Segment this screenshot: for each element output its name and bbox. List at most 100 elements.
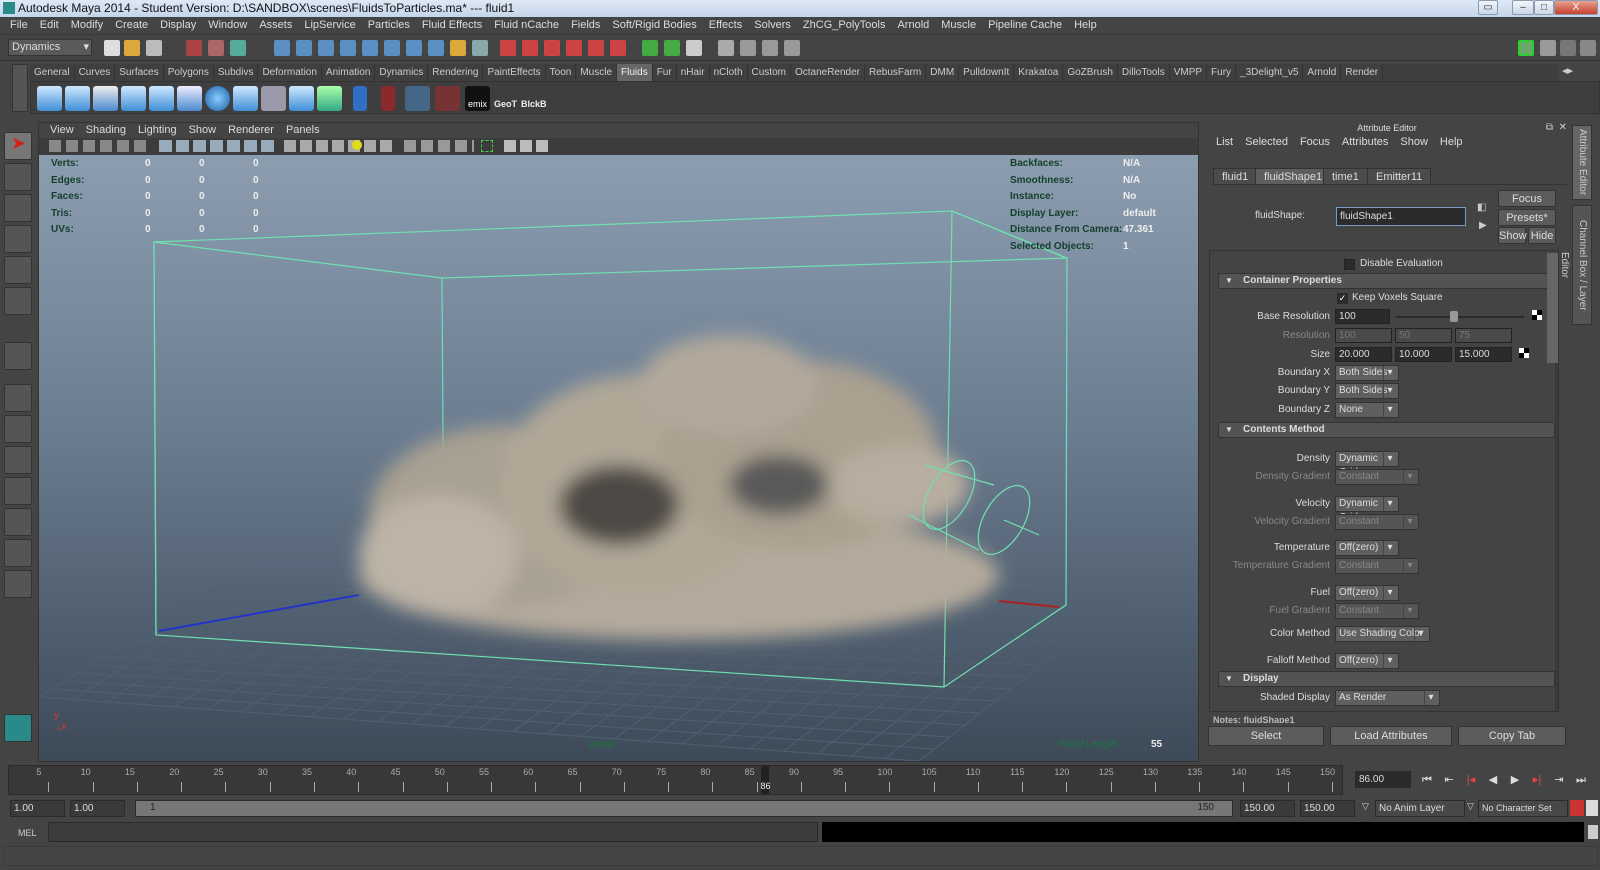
shelf-tab-arnold[interactable]: Arnold	[1303, 64, 1342, 81]
minimize-button[interactable]: –	[1512, 0, 1534, 15]
current-time-field[interactable]: 86.00	[1355, 771, 1411, 788]
select-button[interactable]: Select	[1208, 726, 1324, 746]
ipr-render-icon[interactable]	[762, 40, 778, 56]
menu-modify[interactable]: Modify	[65, 17, 109, 34]
menu-edit[interactable]: Edit	[34, 17, 65, 34]
2d-container-emitter-icon[interactable]	[149, 86, 174, 111]
render-view-icon[interactable]	[718, 40, 734, 56]
panel-menu-panels[interactable]: Panels	[280, 123, 326, 138]
step-back-key-button[interactable]: ⇤	[1440, 771, 1458, 789]
hide-button[interactable]: Hide	[1528, 227, 1556, 244]
maximize-button[interactable]: □	[1534, 0, 1554, 15]
character-set-dropdown[interactable]: No Character Set	[1478, 800, 1568, 817]
display-section[interactable]: Display	[1218, 671, 1555, 687]
disable-evaluation-checkbox[interactable]	[1344, 259, 1355, 270]
shelf-tab-muscle[interactable]: Muscle	[576, 64, 618, 81]
animation-end-field[interactable]: 150.00	[1300, 800, 1355, 817]
menu-display[interactable]: Display	[154, 17, 202, 34]
shelf-tab-vmpp[interactable]: VMPP	[1170, 64, 1208, 81]
magnet-icon[interactable]	[500, 40, 516, 56]
shelf-tab-ncloth[interactable]: nCloth	[710, 64, 748, 81]
script-editor-icon[interactable]	[1588, 825, 1598, 839]
shelf-tab-deformation[interactable]: Deformation	[258, 64, 322, 81]
lighting-icon[interactable]	[352, 140, 362, 150]
grid-icon[interactable]	[261, 86, 286, 111]
float-panel-icon[interactable]: ⧉	[1546, 122, 1553, 133]
xray-icons[interactable]	[504, 140, 549, 152]
shelf-tab-pulldownit[interactable]: PulldownIt	[959, 64, 1015, 81]
shelf-tab-krakatoa[interactable]: Krakatoa	[1014, 64, 1064, 81]
four-view-layout-icon[interactable]	[4, 415, 32, 443]
menu-muscle[interactable]: Muscle	[935, 17, 982, 34]
menu-fluid-effects[interactable]: Fluid Effects	[416, 17, 488, 34]
shelf-tab-octanerender[interactable]: OctaneRender	[791, 64, 866, 81]
close-panel-icon[interactable]: ✕	[1559, 122, 1567, 133]
menu-fluid-ncache[interactable]: Fluid nCache	[488, 17, 565, 34]
history-icon[interactable]	[406, 40, 422, 56]
presets-button[interactable]: Presets*	[1498, 209, 1556, 226]
size-z-field[interactable]: 15.000	[1455, 347, 1512, 362]
shelf-tab-painteffects[interactable]: PaintEffects	[483, 64, 546, 81]
magnet-icon[interactable]	[544, 40, 560, 56]
tab-channel-box-layer-editor[interactable]: Channel Box / Layer Editor	[1559, 205, 1592, 325]
select-hierarchy-icon[interactable]	[186, 40, 202, 56]
emix-shelf-button[interactable]: emix	[465, 86, 490, 111]
shelf-tab-gozbrush[interactable]: GoZBrush	[1063, 64, 1118, 81]
shelf-tab-rendering[interactable]: Rendering	[428, 64, 484, 81]
extend-fluid-icon[interactable]	[289, 86, 314, 111]
menu-lipservice[interactable]: LipService	[298, 17, 361, 34]
channel-box-toggle-icon[interactable]	[1580, 40, 1596, 56]
time-slider[interactable]: 5 10 15 20 25 30 35 40 45 50 55 60 65 70 75 80 85 90 95 100…	[8, 765, 1343, 795]
contents-method-section[interactable]: Contents Method	[1218, 422, 1555, 438]
slider-handle[interactable]	[1449, 311, 1458, 322]
menu-window[interactable]: Window	[202, 17, 253, 34]
show-button[interactable]: Show	[1498, 227, 1527, 244]
shelf-tab-curves[interactable]: Curves	[75, 64, 116, 81]
more-layouts-icon[interactable]	[4, 570, 32, 598]
menu-particles[interactable]: Particles	[362, 17, 416, 34]
geot-shelf-button[interactable]: GeoT	[493, 86, 518, 111]
single-perspective-layout-icon[interactable]	[4, 384, 32, 412]
output-connection-icon[interactable]: ▶	[1479, 220, 1487, 231]
persp-graph-layout-icon[interactable]	[4, 477, 32, 505]
attr-dropdown[interactable]: Dynamic Grid	[1335, 495, 1399, 523]
menu-set-dropdown[interactable]: Dynamics ▾	[8, 39, 92, 56]
ocean-icon[interactable]	[205, 86, 230, 111]
paint-select-tool-icon[interactable]	[4, 194, 32, 222]
render-icon[interactable]	[740, 40, 756, 56]
size-x-field[interactable]: 20.000	[1335, 347, 1392, 362]
snap-curve-icon[interactable]	[296, 40, 312, 56]
shelf-scroll-arrows[interactable]: ◂▸	[1562, 64, 1573, 77]
snap-surface-icon[interactable]	[362, 40, 378, 56]
attribute-editor-toggle-icon[interactable]	[1540, 40, 1556, 56]
range-slider[interactable]: 1 150	[135, 800, 1233, 817]
shelf-tab-dmm[interactable]: DMM	[926, 64, 960, 81]
menu-file[interactable]: File	[4, 17, 34, 34]
last-tool-icon[interactable]	[4, 342, 32, 370]
falloff-method-dropdown[interactable]: Off(zero)	[1335, 653, 1399, 669]
menu-soft-rigid-bodies[interactable]: Soft/Rigid Bodies	[606, 17, 702, 34]
ae-menu-attributes[interactable]: Attributes	[1336, 134, 1394, 150]
shadow-ao-icons[interactable]	[404, 140, 474, 152]
magnet-icon[interactable]	[588, 40, 604, 56]
ae-menu-selected[interactable]: Selected	[1239, 134, 1294, 150]
scale-tool-icon[interactable]	[4, 287, 32, 315]
shaded-display-dropdown[interactable]: As Render	[1335, 690, 1440, 706]
make-collide-icon[interactable]	[317, 86, 342, 111]
panel-menu-shading[interactable]: Shading	[80, 123, 132, 138]
lock-icon[interactable]	[450, 40, 466, 56]
magnet-icon[interactable]	[566, 40, 582, 56]
shelf-tab-surfaces[interactable]: Surfaces	[115, 64, 164, 81]
boundary-z-dropdown[interactable]: None	[1335, 402, 1399, 418]
lasso-tool-icon[interactable]	[4, 163, 32, 191]
tab-emitter11[interactable]: Emitter11	[1367, 168, 1432, 185]
blckb-shelf-button[interactable]: BlckB	[521, 86, 547, 111]
menu-assets[interactable]: Assets	[253, 17, 298, 34]
animation-start-field[interactable]: 1.00	[10, 800, 65, 817]
move-tool-icon[interactable]	[4, 225, 32, 253]
3d-container-emitter-icon[interactable]	[121, 86, 146, 111]
playback-end-field[interactable]: 150.00	[1240, 800, 1295, 817]
shelf-tab-render[interactable]: Render	[1341, 64, 1384, 81]
output-ops-icon[interactable]	[664, 40, 680, 56]
boundary-x-dropdown[interactable]: Both Sides	[1335, 365, 1399, 381]
